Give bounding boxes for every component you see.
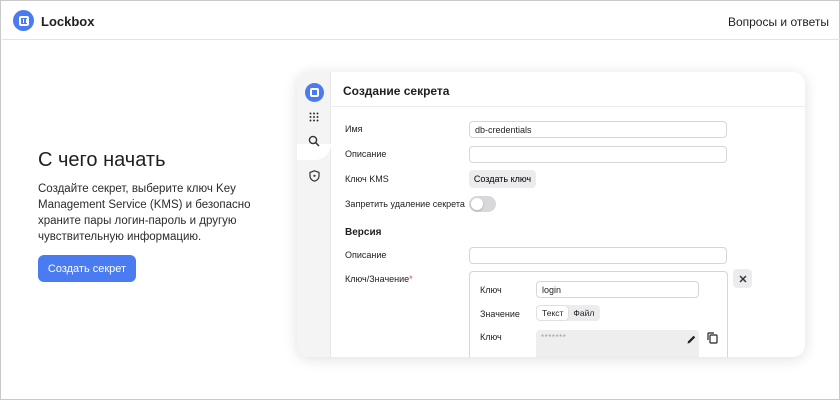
app-name: Lockbox bbox=[41, 14, 95, 29]
version-description-input[interactable] bbox=[469, 247, 727, 264]
key-value-label: Ключ/Значение* bbox=[345, 274, 413, 284]
edit-pencil-icon[interactable] bbox=[686, 334, 697, 345]
lockbox-logo-icon bbox=[13, 10, 34, 31]
version-section-title: Версия bbox=[345, 227, 382, 238]
hero-description: Создайте секрет, выберите ключ Key Manag… bbox=[38, 183, 251, 243]
copy-icon[interactable] bbox=[707, 332, 718, 344]
create-key-button[interactable]: Создать ключ bbox=[469, 170, 536, 188]
entry-value-label: Значение bbox=[480, 309, 520, 319]
delete-protection-label: Запретить удаление секрета bbox=[345, 199, 465, 209]
remove-entry-button[interactable] bbox=[733, 269, 752, 288]
secret-key-label: Ключ bbox=[480, 332, 502, 342]
entry-key-input[interactable]: login bbox=[536, 281, 699, 298]
delete-protection-toggle[interactable] bbox=[469, 196, 496, 212]
secret-mask: ******* bbox=[541, 333, 567, 342]
key-value-label-text: Ключ/Значение bbox=[345, 274, 410, 284]
panel-title: Создание секрета bbox=[343, 84, 450, 98]
close-icon bbox=[739, 275, 746, 282]
toggle-knob bbox=[471, 198, 483, 210]
value-type-file-option[interactable]: Файл bbox=[568, 306, 599, 320]
window-frame: Lockbox Вопросы и ответы С чего начать С… bbox=[0, 0, 840, 400]
create-secret-preview: Создание секрета Имя db-credentials Опис… bbox=[297, 72, 805, 357]
top-header: Lockbox Вопросы и ответы bbox=[2, 2, 840, 40]
shield-icon[interactable] bbox=[307, 169, 321, 183]
key-value-entry: Ключ login Значение Текст Файл Ключ ****… bbox=[469, 271, 728, 357]
faq-link[interactable]: Вопросы и ответы bbox=[728, 15, 829, 29]
name-input[interactable]: db-credentials bbox=[469, 121, 727, 138]
description-label: Описание bbox=[345, 149, 387, 159]
create-secret-button[interactable]: Создать секрет bbox=[38, 255, 136, 282]
search-icon[interactable] bbox=[307, 134, 321, 148]
panel-divider bbox=[332, 106, 805, 107]
version-description-label: Описание bbox=[345, 250, 387, 260]
required-mark: * bbox=[409, 274, 413, 284]
side-rail bbox=[297, 72, 331, 357]
value-type-text-option[interactable]: Текст bbox=[537, 306, 569, 320]
entry-key-label: Ключ bbox=[480, 285, 502, 295]
value-type-switch: Текст Файл bbox=[536, 305, 601, 321]
name-label: Имя bbox=[345, 124, 363, 134]
lockbox-rail-logo-icon[interactable] bbox=[305, 83, 324, 102]
secret-value-field[interactable]: ******* bbox=[536, 330, 699, 357]
hero-title: С чего начать bbox=[38, 149, 166, 171]
kms-key-label: Ключ KMS bbox=[345, 174, 389, 184]
grid-icon[interactable] bbox=[307, 110, 321, 124]
description-input[interactable] bbox=[469, 146, 727, 163]
